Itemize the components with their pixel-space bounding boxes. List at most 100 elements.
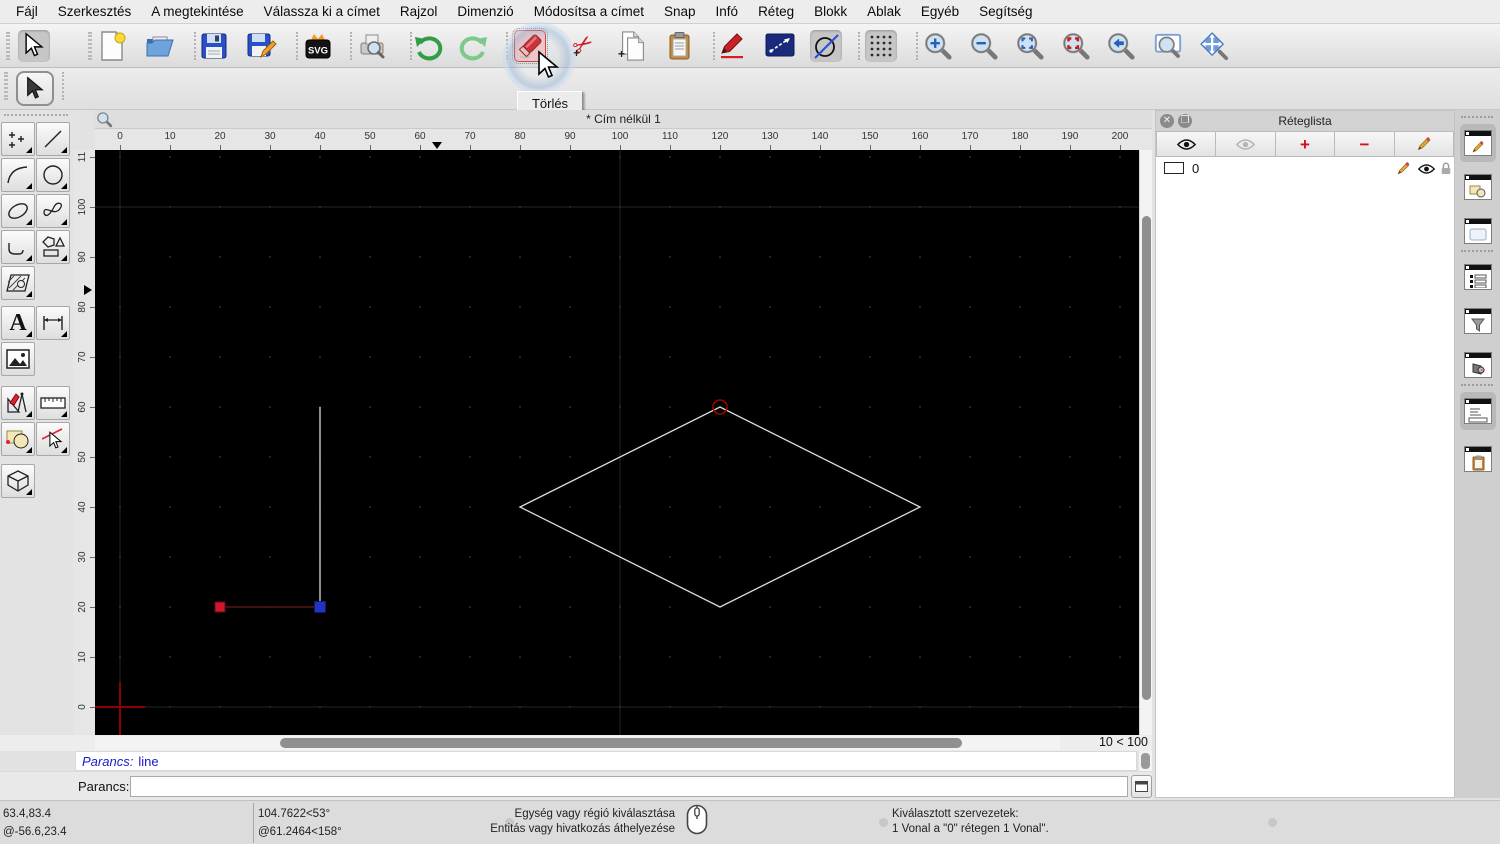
toolbar-grip[interactable] [6,32,10,60]
grid-dot [1019,606,1021,608]
show-all-layers-button[interactable] [1156,131,1217,157]
save-button[interactable] [198,30,230,62]
panel-float-icon[interactable]: ❐ [1178,114,1192,128]
add-layer-button[interactable]: + [1275,131,1336,157]
dock-grip[interactable] [1461,116,1493,118]
grid-dot [1119,506,1121,508]
grid-dot [769,456,771,458]
menu-m-dos-tsa-a-c-met[interactable]: Módosítsa a címet [524,4,654,19]
line-attributes-button[interactable] [764,30,796,62]
solid-3d-tool[interactable] [1,464,35,498]
deselect-line-tool[interactable] [36,422,70,456]
arc-tool[interactable] [1,158,35,192]
dock-grip[interactable] [1461,384,1493,386]
horizontal-scrollbar-thumb[interactable] [280,738,962,748]
view-window-button[interactable] [1460,346,1496,384]
image-tool[interactable] [1,342,35,376]
modify-tool[interactable] [1,386,35,420]
command-history-scrollbar-thumb[interactable] [1141,753,1150,769]
text-tool[interactable]: A [1,306,35,340]
line-tool[interactable] [36,122,70,156]
entity-snap-button[interactable] [810,30,842,62]
vertical-scrollbar[interactable] [1139,150,1152,735]
zoom-selected-button[interactable] [1060,30,1092,62]
vertical-scrollbar-thumb[interactable] [1142,216,1151,700]
polygon-tool[interactable] [36,230,70,264]
remove-layer-button[interactable]: − [1335,131,1395,157]
select-tool-button[interactable] [16,71,54,106]
export-svg-button[interactable]: SVG [302,30,334,62]
h-ruler-label: 100 [611,131,629,142]
zoom-window-button[interactable] [1152,30,1184,62]
hide-all-layers-button[interactable] [1216,131,1276,157]
panel-close-icon[interactable]: ✕ [1160,114,1174,128]
dimension-tool[interactable] [36,306,70,340]
layer-list-window-button[interactable] [1460,124,1496,162]
zoom-auto-button[interactable] [1014,30,1046,62]
menu-szerkeszt-s[interactable]: Szerkesztés [48,4,142,19]
menu-dimenzi-[interactable]: Dimenzió [447,4,523,19]
horizontal-scrollbar[interactable] [95,736,1095,750]
command-history-scrollbar[interactable] [1139,751,1152,771]
zoom-out-button[interactable] [968,30,1000,62]
spline-tool[interactable] [36,194,70,228]
grid-dot [369,656,371,658]
palette-grip[interactable] [4,114,68,118]
modify-attributes-tool[interactable] [1,422,35,456]
select-button[interactable] [18,30,50,62]
circle-tool[interactable] [36,158,70,192]
h-ruler-label: 40 [314,131,326,142]
menu-rajzol[interactable]: Rajzol [390,4,448,19]
toolbar-grip[interactable] [88,32,92,60]
entity-list-window-button[interactable] [1460,258,1496,296]
polyline-tool[interactable] [1,230,35,264]
corner-zoom-icon[interactable] [96,111,113,128]
edit-layer-button[interactable] [1394,131,1455,157]
zoom-pan-button[interactable] [1198,30,1230,62]
copy-button[interactable]: + [616,30,648,62]
clipboard-window-button[interactable] [1460,440,1496,478]
menu-seg-ts-g[interactable]: Segítség [969,4,1042,19]
menu-egy-b[interactable]: Egyéb [911,4,969,19]
layer-edit-icon[interactable] [1396,161,1411,176]
save-as-button[interactable] [246,30,278,62]
layer-construction-checkbox[interactable] [1164,162,1184,174]
menu-snap[interactable]: Snap [654,4,706,19]
v-ruler-label: 30 [77,551,88,563]
command-detach-button[interactable] [1131,775,1152,798]
measure-tool[interactable] [36,386,70,420]
block-list-window-button[interactable] [1460,168,1496,206]
points-tool[interactable] [1,122,35,156]
drawing-canvas[interactable] [95,150,1139,735]
command-line-window-button[interactable] [1460,392,1496,430]
menu-ablak[interactable]: Ablak [857,4,911,19]
grid-dot [519,256,521,258]
toolbar-grip[interactable] [4,72,8,100]
zoom-in-button[interactable] [922,30,954,62]
draw-pen-button[interactable] [717,30,749,62]
hatch-tool[interactable] [1,266,35,300]
grid-snap-button[interactable] [865,30,897,62]
layer-lock-icon[interactable] [1440,161,1452,175]
menu-blokk[interactable]: Blokk [804,4,857,19]
menu-inf-[interactable]: Infó [706,4,749,19]
redo-button[interactable] [458,30,490,62]
open-button[interactable] [144,30,176,62]
library-browser-window-button[interactable] [1460,212,1496,250]
menu-r-teg[interactable]: Réteg [748,4,804,19]
ellipse-tool[interactable] [1,194,35,228]
cut-button[interactable]: ✂ + [567,30,599,62]
menu-a-megtekint-se[interactable]: A megtekintése [141,4,253,19]
selection-filter-window-button[interactable] [1460,302,1496,340]
print-preview-button[interactable] [356,30,388,62]
undo-button[interactable] [412,30,444,62]
layer-row[interactable]: 0 [1156,157,1454,179]
menu-f-jl[interactable]: Fájl [6,4,48,19]
layer-visibility-icon[interactable] [1418,163,1435,175]
new-document-button[interactable] [97,30,129,62]
command-input[interactable] [130,776,1128,797]
menu-v-lassza-ki-a-c-met[interactable]: Válassza ki a címet [254,4,390,19]
dock-grip[interactable] [1461,250,1493,252]
zoom-previous-button[interactable] [1105,30,1137,62]
paste-button[interactable] [663,30,695,62]
